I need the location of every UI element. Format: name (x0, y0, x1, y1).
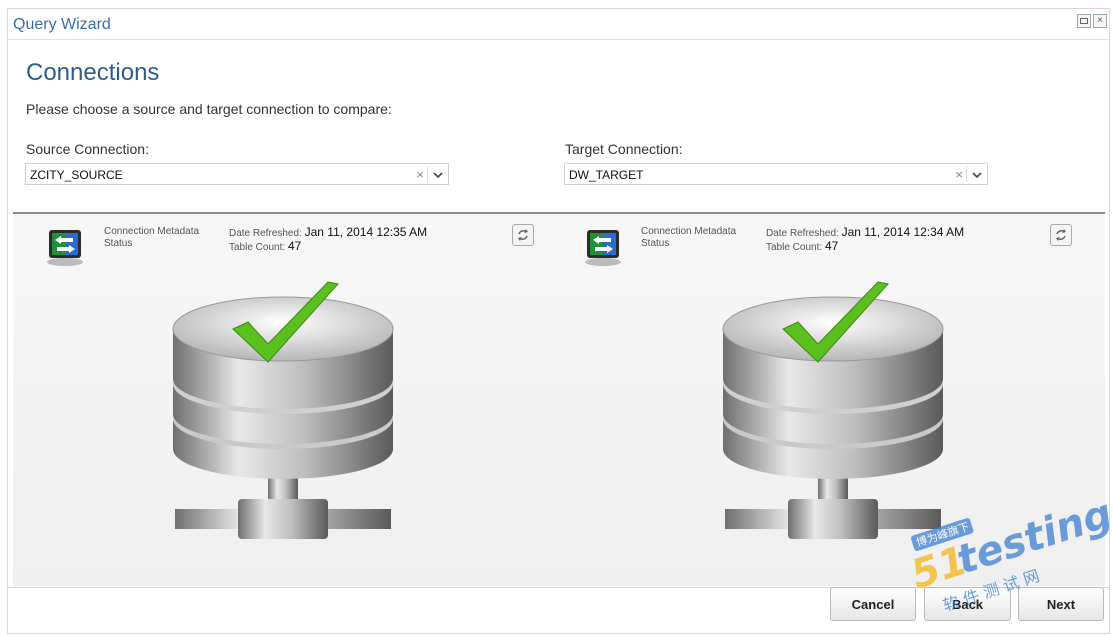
source-connection-value: ZCITY_SOURCE (30, 168, 123, 182)
database-connected-icon (722, 281, 944, 539)
chevron-down-icon[interactable] (970, 169, 984, 181)
cancel-button[interactable]: Cancel (830, 587, 916, 621)
window-controls: × (1077, 14, 1107, 28)
source-refresh-button[interactable] (512, 224, 534, 246)
source-connection-select[interactable]: ZCITY_SOURCE × (25, 163, 449, 185)
target-connection-select[interactable]: DW_TARGET × (564, 163, 988, 185)
refresh-icon (1056, 229, 1066, 241)
source-connection-label: Source Connection: (26, 141, 149, 157)
clear-source-icon[interactable]: × (416, 167, 424, 182)
connection-status-panel: Connection Metadata Status Date Refreshe… (13, 212, 1105, 586)
date-refreshed-value: Jan 11, 2014 12:35 AM (304, 225, 428, 239)
refresh-icon (518, 229, 528, 241)
back-button[interactable]: Back (924, 587, 1011, 621)
clear-target-icon[interactable]: × (955, 167, 963, 182)
close-icon: × (1097, 15, 1103, 26)
restore-icon (1080, 18, 1088, 24)
page-title: Connections (26, 59, 160, 86)
combo-separator (966, 166, 967, 182)
instructions-text: Please choose a source and target connec… (26, 101, 392, 117)
chevron-down-icon[interactable] (431, 169, 445, 181)
target-refresh-button[interactable] (1050, 224, 1072, 246)
query-wizard-window: Query Wizard × Connections Please choose… (7, 8, 1110, 634)
table-count-value: 47 (824, 239, 839, 253)
next-button[interactable]: Next (1018, 587, 1104, 621)
close-button[interactable]: × (1093, 14, 1107, 28)
source-date-refreshed: Date Refreshed: Jan 11, 2014 12:35 AM (229, 226, 427, 240)
database-connected-icon (172, 281, 394, 539)
connection-icon (585, 230, 621, 266)
connection-icon (47, 230, 83, 266)
table-count-label: Table Count: (229, 242, 286, 253)
metadata-label-line2: Status (641, 238, 670, 249)
window-title: Query Wizard (13, 16, 111, 33)
target-table-count: Table Count: 47 (766, 240, 838, 254)
target-connection-label: Target Connection: (565, 141, 683, 157)
metadata-label-line1: Connection Metadata (641, 226, 737, 237)
combo-separator (427, 166, 428, 182)
title-bar: Query Wizard × (8, 9, 1109, 40)
metadata-status-label: Connection Metadata Status (641, 226, 736, 250)
table-count-label: Table Count: (766, 242, 823, 253)
restore-button[interactable] (1077, 14, 1091, 28)
target-date-refreshed: Date Refreshed: Jan 11, 2014 12:34 AM (766, 226, 964, 240)
metadata-status-label: Connection Metadata Status (104, 226, 199, 250)
date-refreshed-value: Jan 11, 2014 12:34 AM (841, 225, 965, 239)
table-count-value: 47 (287, 239, 302, 253)
date-refreshed-label: Date Refreshed: (766, 228, 839, 239)
metadata-label-line2: Status (104, 238, 133, 249)
source-table-count: Table Count: 47 (229, 240, 301, 254)
metadata-label-line1: Connection Metadata (104, 226, 200, 237)
target-connection-value: DW_TARGET (569, 168, 644, 182)
date-refreshed-label: Date Refreshed: (229, 228, 302, 239)
